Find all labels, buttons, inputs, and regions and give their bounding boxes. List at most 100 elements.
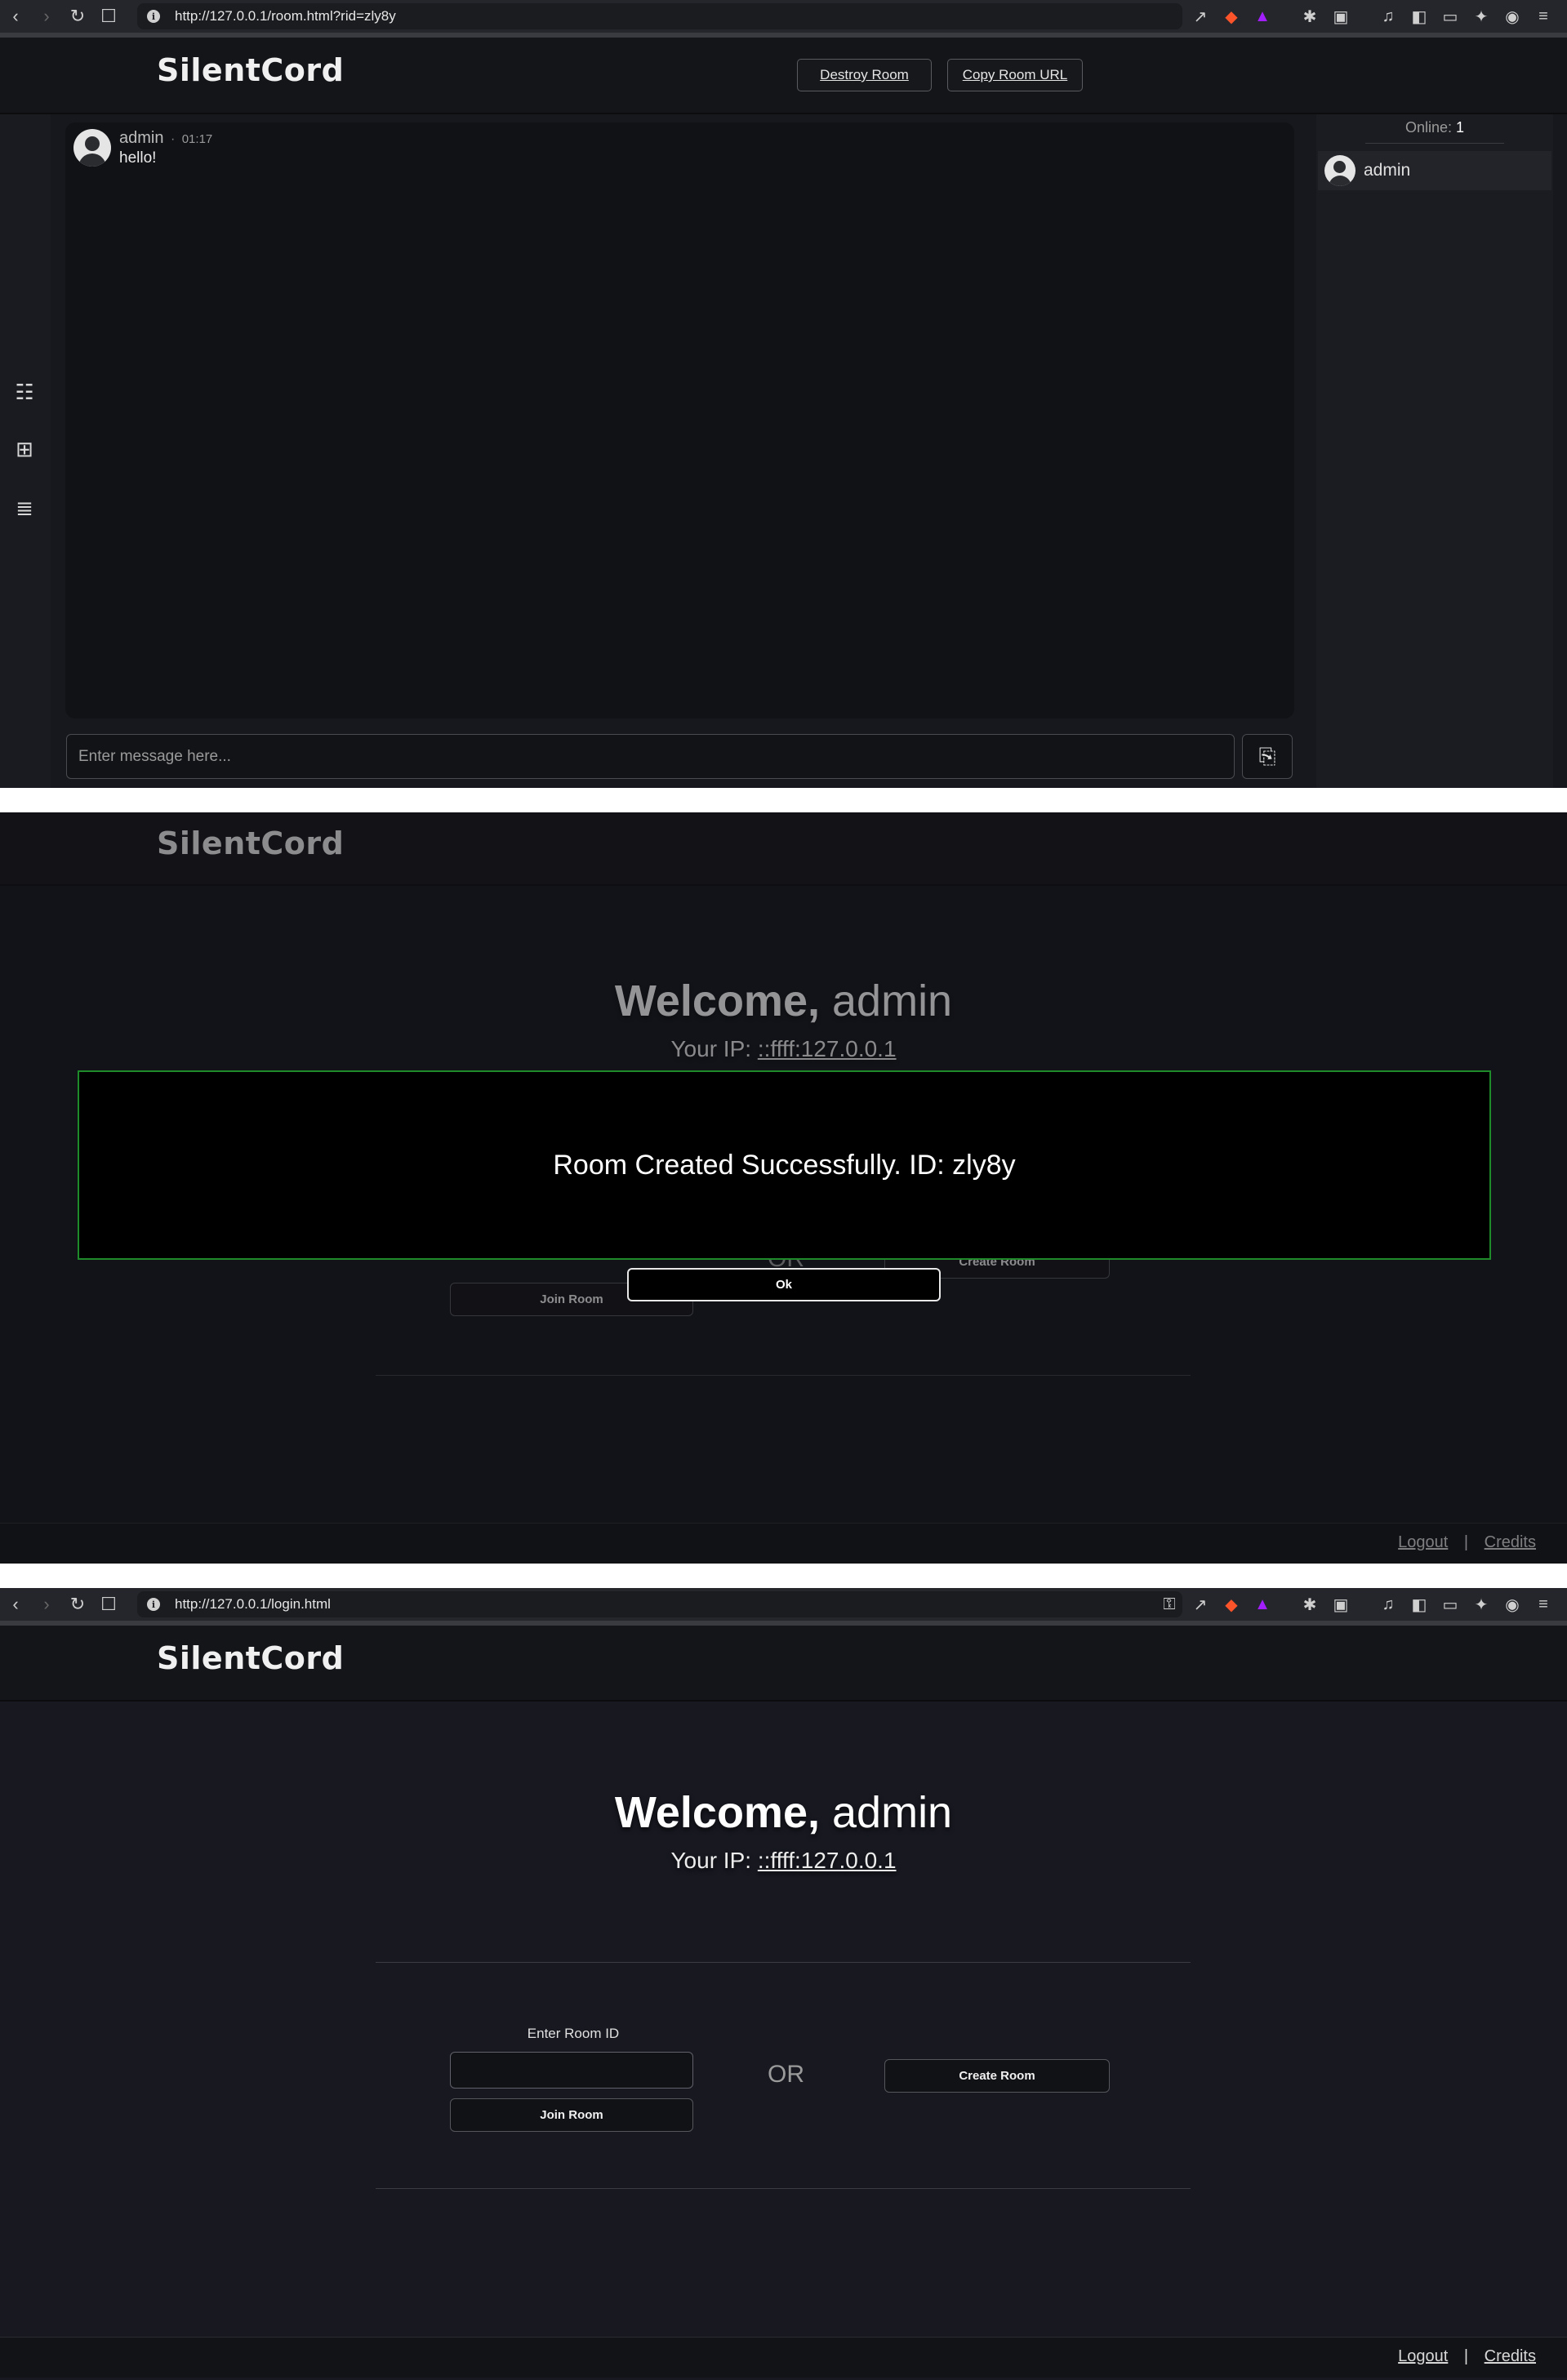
vpn-icon[interactable]: ◉ <box>1497 0 1528 33</box>
chat-message: admin · 01:17 hello! <box>73 129 212 167</box>
brave-rewards-icon[interactable]: ▲ <box>1247 1588 1278 1621</box>
back-icon[interactable]: ‹ <box>0 0 31 33</box>
or-label: OR <box>768 2061 804 2088</box>
credits-link[interactable]: Credits <box>1485 1533 1536 1551</box>
credits-link[interactable]: Credits <box>1485 2347 1536 2365</box>
footer: Logout | Credits <box>0 2337 1567 2378</box>
footer: Logout | Credits <box>0 1523 1567 1564</box>
divider <box>376 2188 1191 2189</box>
playlist-icon[interactable]: ≣ <box>11 495 38 521</box>
url-text: http://127.0.0.1/login.html <box>175 1596 331 1612</box>
join-room-button[interactable]: Join Room <box>450 2098 693 2132</box>
modal-message: Room Created Successfully. ID: zly8y <box>553 1150 1016 1181</box>
ip-line: Your IP: ::ffff:127.0.0.1 <box>0 1036 1567 1062</box>
online-label: Online: <box>1405 119 1452 136</box>
leo-icon[interactable]: ✦ <box>1466 0 1497 33</box>
reader-icon[interactable]: ▣ <box>1325 0 1356 33</box>
brave-shields-icon[interactable]: ◆ <box>1216 1588 1247 1621</box>
address-bar[interactable]: i http://127.0.0.1/room.html?rid=zly8y <box>137 3 1182 29</box>
avatar <box>73 129 111 167</box>
reload-icon[interactable]: ↻ <box>62 0 93 33</box>
footer-separator: | <box>1463 1533 1469 1551</box>
menu-icon[interactable]: ≡ <box>1528 1588 1559 1621</box>
welcome-username: admin <box>832 1788 953 1837</box>
share-icon[interactable]: ↗ <box>1185 0 1216 33</box>
ip-value[interactable]: ::ffff:127.0.0.1 <box>758 1036 897 1061</box>
welcome-heading: Welcome, admin <box>0 1787 1567 1838</box>
room-id-input[interactable] <box>450 2052 693 2089</box>
chat-icon[interactable]: ☷ <box>11 379 38 405</box>
browser-tools: ⚿ ↗ ◆ ▲ ✱ ▣ ♫ ◧ ▭ ✦ ◉ ≡ <box>1154 1588 1559 1621</box>
extensions-icon[interactable]: ✱ <box>1294 0 1325 33</box>
left-rail: ☷ ⊞ ≣ <box>0 114 51 788</box>
message-separator: · <box>170 132 176 146</box>
copy-room-url-button[interactable]: Copy Room URL <box>947 59 1083 91</box>
welcome-greeting: Welcome, <box>614 1788 820 1837</box>
avatar <box>1324 155 1356 186</box>
brave-shields-icon[interactable]: ◆ <box>1216 0 1247 33</box>
browser-tools: ↗ ◆ ▲ ✱ ▣ ♫ ◧ ▭ ✦ ◉ ≡ <box>1185 0 1559 33</box>
logout-link[interactable]: Logout <box>1398 2347 1448 2365</box>
sidebar-icon[interactable]: ◧ <box>1404 1588 1435 1621</box>
welcome-greeting: Welcome, <box>614 976 820 1025</box>
user-list-item[interactable]: admin <box>1318 151 1551 190</box>
media-icon[interactable]: ♫ <box>1373 1588 1404 1621</box>
success-modal: Room Created Successfully. ID: zly8y <box>78 1070 1491 1260</box>
message-input[interactable] <box>66 734 1235 779</box>
brave-rewards-icon[interactable]: ▲ <box>1247 0 1278 33</box>
url-text: http://127.0.0.1/room.html?rid=zly8y <box>175 8 396 24</box>
welcome-page: SilentCord Welcome, admin Your IP: ::fff… <box>0 1626 1567 2380</box>
ip-label: Your IP: <box>670 1848 752 1873</box>
welcome-username: admin <box>832 976 953 1025</box>
attach-icon: ⎘ <box>1258 743 1276 768</box>
sidebar-icon[interactable]: ◧ <box>1404 0 1435 33</box>
key-icon[interactable]: ⚿ <box>1154 1588 1185 1621</box>
ip-label: Your IP: <box>670 1036 752 1061</box>
wallet-icon[interactable]: ▭ <box>1435 0 1466 33</box>
welcome-page-with-modal: SilentCord Welcome, admin Your IP: ::fff… <box>0 812 1567 1564</box>
browser-toolbar: ‹ › ↻ ☐ i http://127.0.0.1/login.html ⚿ … <box>0 1588 1567 1621</box>
room-body: ☷ ⊞ ≣ admin · 01:17 hello! ⎘ Online: 1 <box>0 114 1567 788</box>
menu-icon[interactable]: ≡ <box>1528 0 1559 33</box>
forward-icon[interactable]: › <box>31 0 62 33</box>
wallet-icon[interactable]: ▭ <box>1435 1588 1466 1621</box>
share-icon[interactable]: ↗ <box>1185 1588 1216 1621</box>
logout-link[interactable]: Logout <box>1398 1533 1448 1551</box>
online-users-panel: Online: 1 admin <box>1316 114 1553 788</box>
browser-toolbar: ‹ › ↻ ☐ i http://127.0.0.1/room.html?rid… <box>0 0 1567 33</box>
attach-button[interactable]: ⎘ <box>1242 734 1293 779</box>
divider <box>376 1962 1191 1963</box>
welcome-header: SilentCord <box>0 812 1567 886</box>
address-bar[interactable]: i http://127.0.0.1/login.html <box>137 1591 1182 1617</box>
welcome-header: SilentCord <box>0 1626 1567 1702</box>
media-icon[interactable]: ♫ <box>1373 0 1404 33</box>
footer-separator: | <box>1463 2347 1469 2365</box>
app-logo[interactable]: SilentCord <box>157 52 344 88</box>
reader-icon[interactable]: ▣ <box>1325 1588 1356 1621</box>
room-id-label: Enter Room ID <box>527 2026 620 2041</box>
reload-icon[interactable]: ↻ <box>62 1588 93 1621</box>
add-chat-icon[interactable]: ⊞ <box>11 436 38 462</box>
welcome-heading: Welcome, admin <box>0 976 1567 1026</box>
site-info-icon[interactable]: i <box>147 10 160 23</box>
app-logo[interactable]: SilentCord <box>157 1640 344 1676</box>
message-author: admin <box>119 129 164 147</box>
chat-messages: admin · 01:17 hello! <box>65 122 1294 718</box>
back-icon[interactable]: ‹ <box>0 1588 31 1621</box>
site-info-icon[interactable]: i <box>147 1598 160 1611</box>
ok-button[interactable]: Ok <box>627 1268 941 1301</box>
vpn-icon[interactable]: ◉ <box>1497 1588 1528 1621</box>
ip-line: Your IP: ::ffff:127.0.0.1 <box>0 1848 1567 1874</box>
forward-icon[interactable]: › <box>31 1588 62 1621</box>
bookmark-icon[interactable]: ☐ <box>93 0 124 33</box>
app-logo[interactable]: SilentCord <box>157 825 344 861</box>
ip-value[interactable]: ::ffff:127.0.0.1 <box>758 1848 897 1873</box>
message-time: 01:17 <box>181 132 213 146</box>
online-count-value: 1 <box>1456 119 1465 136</box>
bookmark-icon[interactable]: ☐ <box>93 1588 124 1621</box>
destroy-room-button[interactable]: Destroy Room <box>797 59 932 91</box>
leo-icon[interactable]: ✦ <box>1466 1588 1497 1621</box>
create-room-button[interactable]: Create Room <box>884 2059 1110 2093</box>
user-name: admin <box>1364 161 1411 180</box>
extensions-icon[interactable]: ✱ <box>1294 1588 1325 1621</box>
